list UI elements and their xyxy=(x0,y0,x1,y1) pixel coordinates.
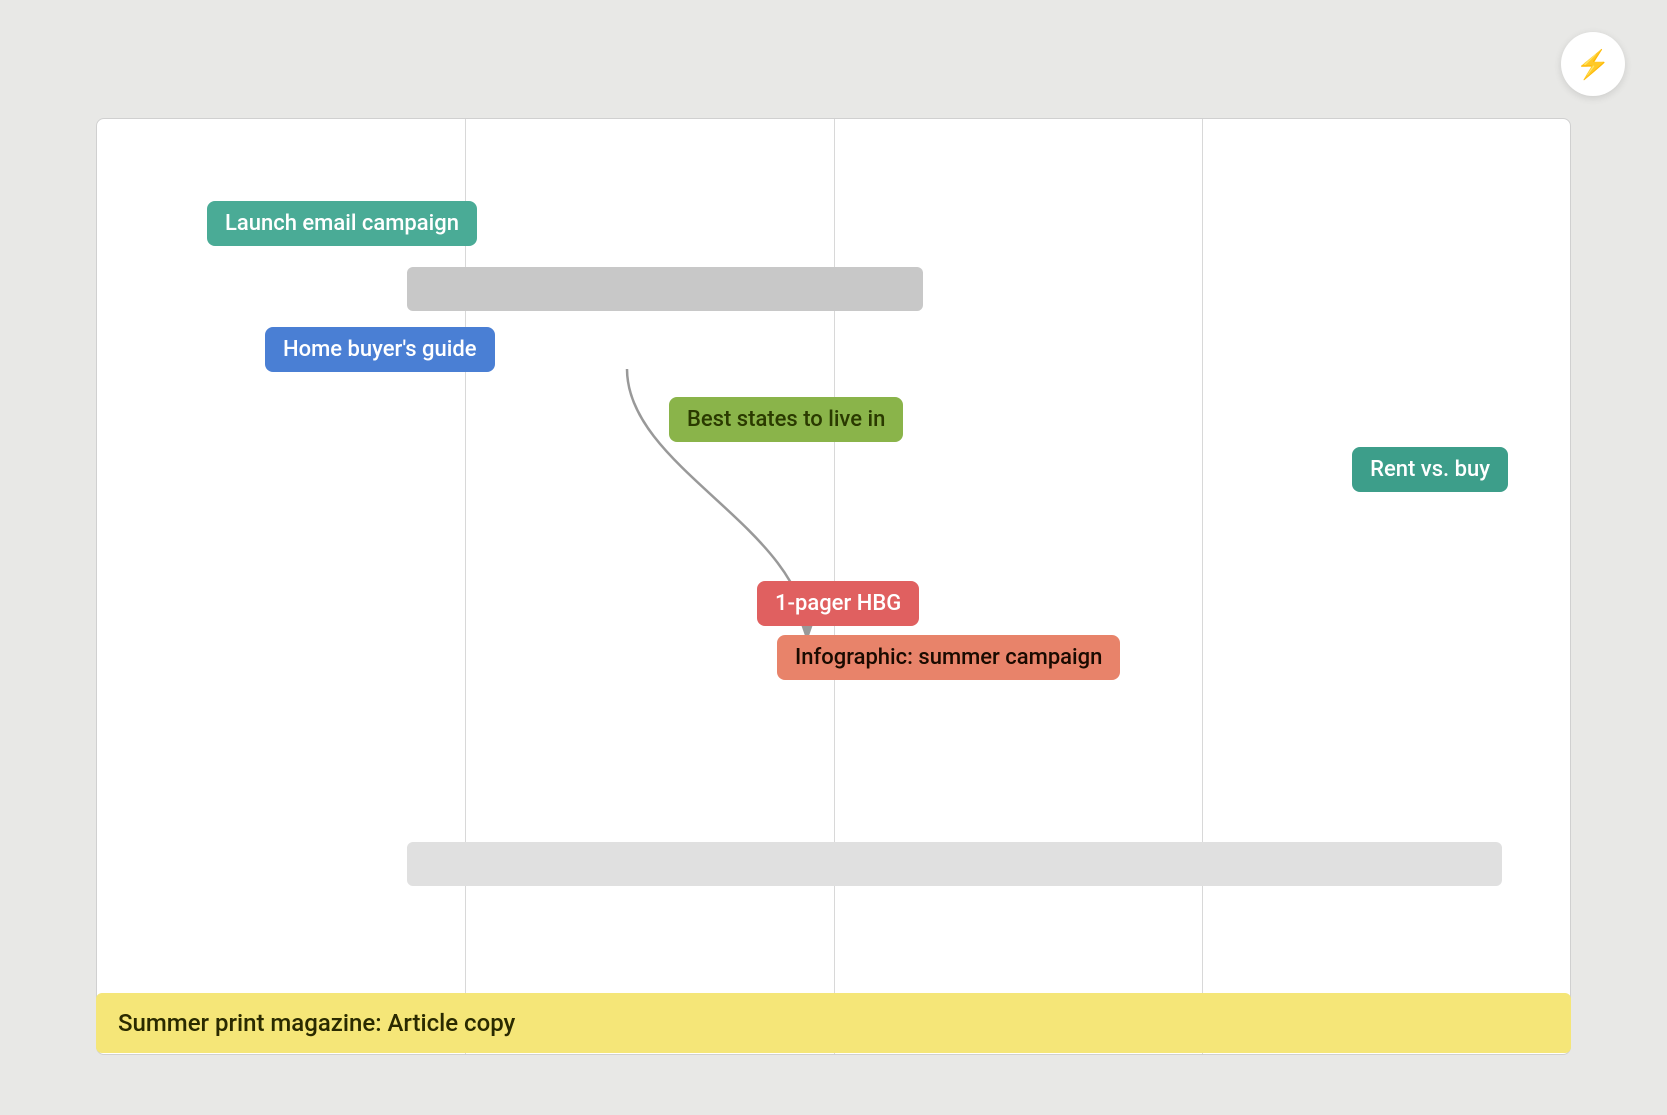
tag-rent-vs-buy[interactable]: Rent vs. buy xyxy=(1352,447,1508,492)
tag-best-states[interactable]: Best states to live in xyxy=(669,397,903,442)
tag-summer-print[interactable]: Summer print magazine: Article copy xyxy=(96,993,1571,1053)
tag-launch-email[interactable]: Launch email campaign xyxy=(207,201,477,246)
tag-home-buyer[interactable]: Home buyer's guide xyxy=(265,327,495,372)
main-card: Launch email campaign Home buyer's guide… xyxy=(96,118,1571,1055)
grid-line-3 xyxy=(1202,119,1203,1054)
grid-line-1 xyxy=(465,119,466,1054)
tag-infographic[interactable]: Infographic: summer campaign xyxy=(777,635,1120,680)
lightning-icon: ⚡ xyxy=(1576,48,1611,81)
gray-bar-1 xyxy=(407,267,923,311)
gray-bar-2 xyxy=(407,842,1502,886)
tag-one-pager[interactable]: 1-pager HBG xyxy=(757,581,919,626)
lightning-button[interactable]: ⚡ xyxy=(1561,32,1625,96)
